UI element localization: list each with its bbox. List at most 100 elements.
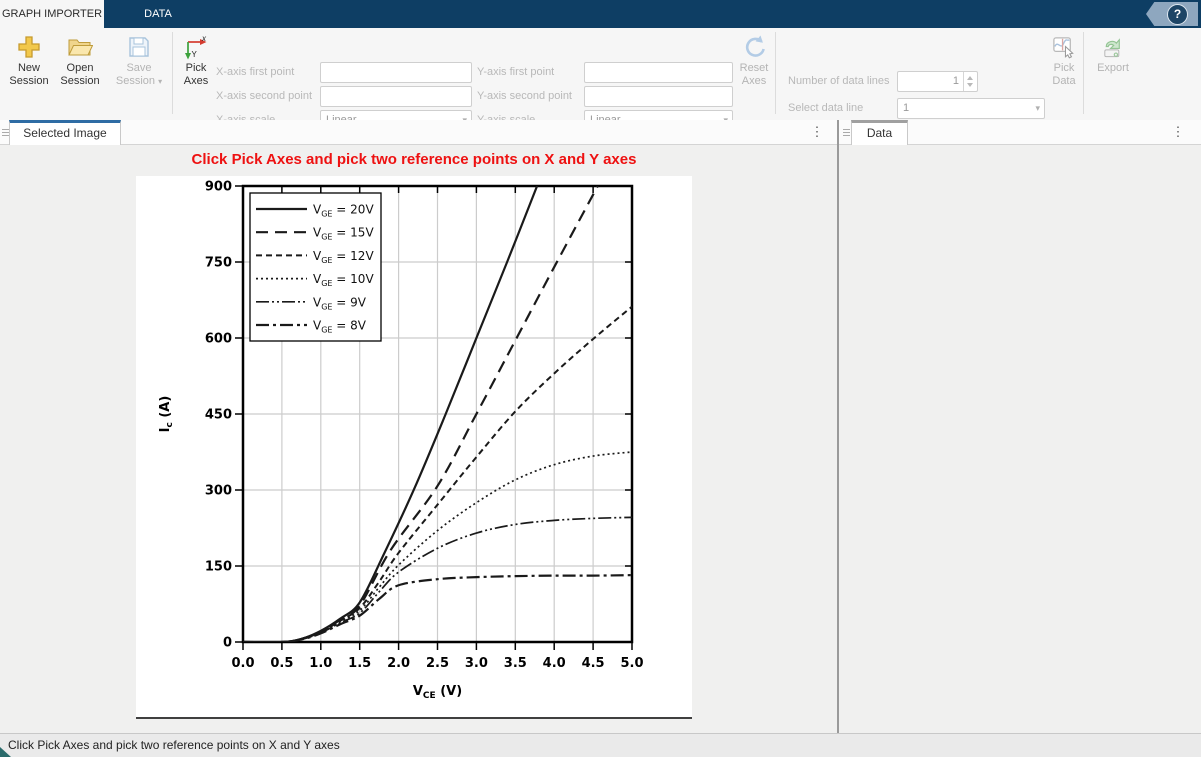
y-axis-title: Ic (A) (158, 396, 175, 433)
x-tick-label: 4.5 (582, 656, 605, 671)
app-tab-data[interactable]: DATA (104, 0, 212, 28)
x-tick-label: 3.0 (465, 656, 488, 671)
x-first-point-label: X-axis first point (216, 66, 295, 78)
x-second-point-input[interactable] (320, 86, 472, 107)
y-tick-label: 150 (205, 560, 232, 575)
tab-selected-image-label: Selected Image (23, 126, 107, 140)
y-tick-label: 0 (223, 636, 232, 651)
save-session-label2: Session ▾ (115, 75, 163, 87)
help-button[interactable]: ? (1146, 2, 1198, 26)
new-session-label1: New (17, 62, 40, 74)
save-session-button[interactable]: Save Session ▾ (110, 32, 168, 98)
y-second-point-input[interactable] (584, 86, 733, 107)
reset-axes-label2: Axes (741, 75, 767, 87)
selected-image-chart[interactable]: 0.0 0.5 1.0 1.5 2.0 2.5 3.0 3.5 4.0 4.5 5.0 0 150 300… (136, 176, 692, 715)
spinner-buttons[interactable] (963, 72, 977, 91)
app-tab-graph-importer[interactable]: GRAPH IMPORTER (0, 0, 104, 28)
x-first-point-input[interactable] (320, 62, 472, 83)
reset-axes-label1: Reset (739, 62, 769, 74)
y-first-point-label: Y-axis first point (477, 66, 555, 78)
export-label: Export (1097, 62, 1129, 74)
pick-data-label2: Data (1052, 75, 1076, 87)
x-tick-label: 5.0 (620, 656, 643, 671)
x-second-point-label: X-axis second point (216, 90, 312, 102)
tab-data[interactable]: Data (851, 120, 908, 145)
y-second-point-label: Y-axis second point (477, 90, 572, 102)
open-session-icon (67, 34, 94, 60)
reset-axes-icon (741, 34, 767, 60)
app-header: GRAPH IMPORTER DATA ? (0, 0, 1201, 28)
tab-selected-image[interactable]: Selected Image (9, 120, 121, 145)
panel-grip-icon[interactable] (2, 127, 9, 138)
open-session-label1: Open (66, 62, 94, 74)
y-tick-label: 600 (205, 332, 232, 347)
x-tick-label: 2.5 (426, 656, 449, 671)
status-message: Click Pick Axes and pick two reference p… (8, 738, 340, 752)
open-session-button[interactable]: Open Session (54, 32, 106, 98)
x-tick-label: 0.5 (270, 656, 293, 671)
save-session-label1: Save (126, 62, 152, 74)
reset-axes-button[interactable]: Reset Axes (734, 32, 774, 98)
pick-axes-label1: Pick (185, 62, 207, 74)
svg-text:Y: Y (192, 50, 198, 59)
app-tab-data-label: DATA (144, 8, 172, 20)
save-session-icon (126, 34, 152, 60)
right-panel-tabbar: Data ⋮ (839, 120, 1201, 145)
new-session-button[interactable]: New Session (6, 32, 52, 98)
x-tick-label: 3.5 (504, 656, 527, 671)
pick-axes-label2: Axes (183, 75, 209, 87)
pick-data-label1: Pick (1053, 62, 1075, 74)
x-tick-label: 2.0 (387, 656, 410, 671)
select-data-line-combo[interactable]: 1 ▾ (897, 98, 1045, 119)
select-data-line-label: Select data line (788, 102, 864, 114)
status-bar: Click Pick Axes and pick two reference p… (0, 733, 1201, 757)
pick-axes-message: Click Pick Axes and pick two reference p… (191, 151, 637, 168)
dropdown-caret-icon: ▾ (158, 77, 163, 86)
export-icon (1100, 34, 1126, 60)
pick-axes-icon: x Y (183, 34, 209, 60)
data-panel (839, 145, 1201, 733)
legend-entry-label: VGE = 9V (313, 295, 367, 311)
number-of-data-lines-spinner[interactable]: 1 (897, 71, 978, 92)
export-button[interactable]: Export (1093, 32, 1133, 98)
y-tick-label: 450 (205, 408, 232, 423)
left-panel-menu-icon[interactable]: ⋮ (810, 122, 824, 142)
y-tick-label: 750 (205, 256, 232, 271)
x-tick-label: 1.5 (348, 656, 371, 671)
select-data-line-value: 1 (903, 102, 910, 114)
pick-data-button[interactable]: Pick Data (1044, 32, 1084, 98)
x-axis-title: VCE (V) (413, 684, 462, 701)
toolstrip: New Session Open Session Save Session ▾ (0, 28, 1201, 142)
spin-up-icon (967, 76, 973, 80)
help-icon: ? (1167, 4, 1188, 25)
number-of-data-lines-label: Number of data lines (788, 75, 890, 87)
selected-image[interactable]: 0.0 0.5 1.0 1.5 2.0 2.5 3.0 3.5 4.0 4.5 5.0 0 150 300… (136, 176, 692, 719)
pick-data-icon (1051, 34, 1077, 60)
tab-data-label: Data (866, 126, 893, 140)
y-tick-label: 900 (205, 180, 232, 195)
new-session-icon (16, 34, 42, 60)
y-tick-label: 300 (205, 484, 232, 499)
open-session-label2: Session (60, 75, 100, 87)
y-first-point-input[interactable] (584, 62, 733, 83)
number-of-data-lines-value: 1 (952, 75, 959, 87)
app-tab-graph-importer-label: GRAPH IMPORTER (1, 8, 103, 20)
panel-grip-icon[interactable] (843, 127, 850, 138)
left-panel-tabbar: Selected Image ⋮ (0, 120, 837, 145)
x-tick-label: 1.0 (309, 656, 332, 671)
legend-entry-label: VGE = 8V (313, 319, 367, 335)
spin-down-icon (967, 83, 973, 87)
x-tick-label: 0.0 (231, 656, 254, 671)
chevron-down-icon: ▾ (1035, 103, 1040, 113)
graph-importer-window: GRAPH IMPORTER DATA ? New Session Open S… (0, 0, 1201, 757)
pick-axes-button[interactable]: x Y Pick Axes (178, 32, 214, 98)
right-panel-menu-icon[interactable]: ⋮ (1171, 122, 1185, 142)
new-session-label2: Session (9, 75, 49, 87)
help-glyph: ? (1173, 7, 1182, 21)
selected-image-panel: Click Pick Axes and pick two reference p… (0, 145, 837, 733)
section-separator (172, 32, 173, 114)
svg-text:x: x (201, 34, 207, 43)
x-tick-label: 4.0 (543, 656, 566, 671)
section-separator (1083, 32, 1084, 114)
section-separator (775, 32, 776, 114)
